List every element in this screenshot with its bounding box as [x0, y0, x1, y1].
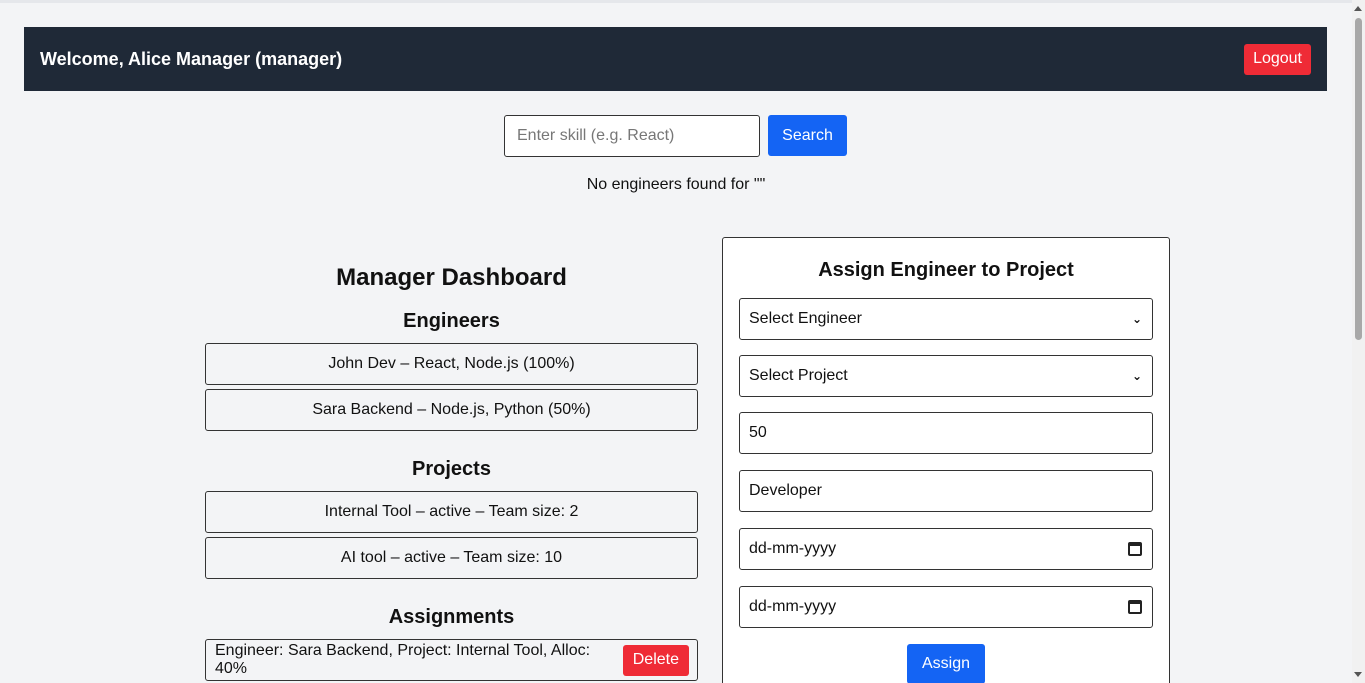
role-input[interactable]: Developer	[739, 470, 1153, 512]
assign-form-panel: Assign Engineer to Project Select Engine…	[722, 237, 1170, 683]
project-card: AI tool – active – Team size: 10	[205, 537, 698, 579]
assign-button[interactable]: Assign	[907, 644, 985, 683]
end-date-value: dd-mm-yyyy	[749, 598, 837, 615]
search-button[interactable]: Search	[768, 115, 847, 156]
assignment-text: Engineer: Sara Backend, Project: Interna…	[215, 642, 591, 677]
delete-assignment-button[interactable]: Delete	[622, 644, 689, 676]
project-select[interactable]: Select Project ⌄	[739, 355, 1153, 397]
assignments-heading: Assignments	[388, 606, 515, 628]
skill-search: Search	[504, 115, 847, 157]
page-title: Manager Dashboard	[336, 264, 567, 291]
assign-form-title: Assign Engineer to Project	[818, 259, 1074, 281]
end-date-input[interactable]: dd-mm-yyyy	[739, 586, 1153, 628]
assignment-card: Engineer: Sara Backend, Project: Interna…	[205, 639, 698, 681]
engineer-card: John Dev – React, Node.js (100%)	[205, 343, 698, 385]
projects-heading: Projects	[412, 458, 491, 480]
logout-button[interactable]: Logout	[1244, 43, 1311, 75]
chevron-down-icon: ⌄	[1131, 369, 1142, 383]
engineer-select-value: Select Engineer	[749, 310, 862, 327]
engineers-heading: Engineers	[403, 310, 500, 332]
manager-dashboard: Manager Dashboard Engineers John Dev – R…	[205, 262, 698, 683]
role-value: Developer	[749, 482, 822, 499]
scrollbar-thumb[interactable]	[1355, 18, 1362, 340]
engineer-card: Sara Backend – Node.js, Python (50%)	[205, 389, 698, 431]
page-scrollbar[interactable]	[1352, 0, 1365, 683]
calendar-icon[interactable]	[1128, 542, 1142, 556]
calendar-icon[interactable]	[1128, 600, 1142, 614]
chevron-down-icon: ⌄	[1131, 312, 1142, 326]
allocation-value: 50	[749, 424, 767, 441]
scroll-down-icon[interactable]	[1354, 672, 1362, 677]
search-result-message: No engineers found for ""	[586, 176, 766, 193]
start-date-input[interactable]: dd-mm-yyyy	[739, 528, 1153, 570]
start-date-value: dd-mm-yyyy	[749, 540, 837, 557]
top-border	[0, 0, 1352, 3]
skill-search-input[interactable]	[504, 115, 760, 157]
allocation-input[interactable]: 50	[739, 412, 1153, 454]
welcome-text: Welcome, Alice Manager (manager)	[40, 48, 343, 69]
engineer-select[interactable]: Select Engineer ⌄	[739, 298, 1153, 340]
scroll-up-icon[interactable]	[1354, 6, 1362, 11]
project-select-value: Select Project	[749, 367, 848, 384]
app-header: Welcome, Alice Manager (manager) Logout	[24, 27, 1327, 91]
project-card: Internal Tool – active – Team size: 2	[205, 491, 698, 533]
